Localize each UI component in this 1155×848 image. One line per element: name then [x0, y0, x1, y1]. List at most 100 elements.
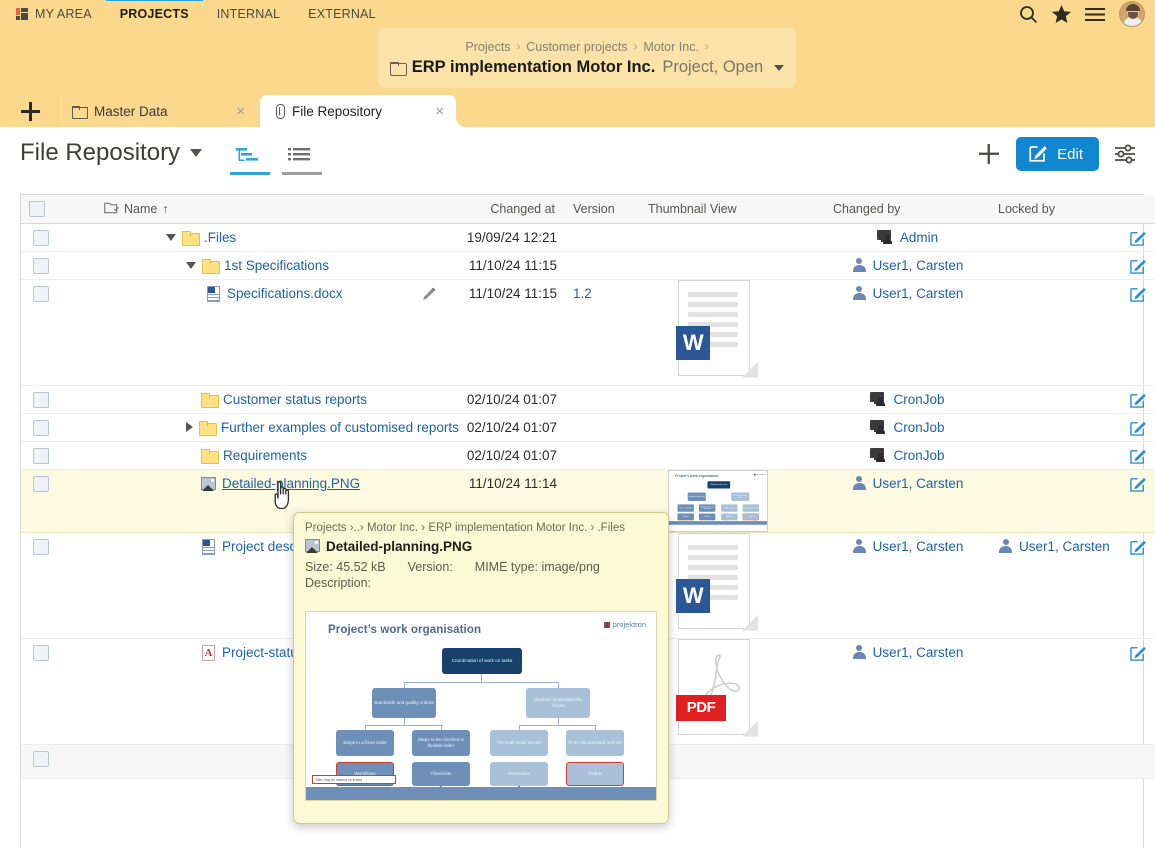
table-header-row: Name ↑ Changed at Version Thumbnail View… — [21, 195, 1155, 224]
row-edit-icon[interactable] — [1130, 257, 1147, 277]
row-edit-icon[interactable] — [1130, 229, 1147, 249]
row-checkbox[interactable] — [33, 644, 49, 661]
logo-mark — [603, 621, 610, 628]
new-tab-button[interactable] — [18, 95, 42, 127]
tab-strip: Master Data × File Repository × — [0, 95, 1155, 127]
table-row[interactable]: Customer status reports 02/10/24 01:07 C… — [21, 385, 1155, 414]
row-edit-icon[interactable] — [1130, 538, 1147, 558]
row-edit-icon[interactable] — [1130, 391, 1147, 411]
changed-by-link[interactable]: Admin — [900, 230, 938, 245]
column-header-version[interactable]: Version — [565, 195, 640, 224]
edit-pencil-icon[interactable] — [421, 286, 440, 305]
file-name-link[interactable]: Specifications.docx — [227, 286, 343, 301]
row-checkbox[interactable] — [33, 419, 49, 436]
nav-item-internal[interactable]: INTERNAL — [203, 0, 294, 28]
row-checkbox[interactable] — [33, 285, 49, 302]
changed-by-link[interactable]: User1, Carsten — [873, 286, 964, 301]
breadcrumb-item-motor-inc[interactable]: Motor Inc. — [643, 39, 699, 55]
locked-by-link[interactable]: User1, Carsten — [1019, 539, 1110, 554]
table-row[interactable]: 1st Specifications 11/10/24 11:15 User1,… — [21, 251, 1155, 280]
row-select-cell — [21, 413, 61, 442]
breadcrumb-item-customer-projects[interactable]: Customer projects — [526, 39, 627, 55]
chevron-down-icon[interactable] — [774, 64, 785, 71]
file-name-link[interactable]: Further examples of customised reports — [221, 420, 459, 435]
table-row[interactable]: .Files 19/09/24 12:21 Admin — [21, 223, 1155, 252]
twisty-expanded-icon[interactable] — [166, 233, 176, 241]
row-edit-icon[interactable] — [1130, 285, 1147, 305]
edit-button[interactable]: Edit — [1016, 137, 1099, 171]
column-settings-icon[interactable] — [1111, 139, 1141, 169]
row-edit-icon[interactable] — [1130, 419, 1147, 439]
twisty-expanded-icon[interactable] — [186, 261, 196, 269]
add-file-button[interactable] — [974, 139, 1004, 169]
tooltip-size-value: 45.52 kB — [336, 560, 386, 574]
word-document-thumbnail[interactable]: W — [676, 279, 758, 378]
table-row[interactable]: Specifications.docx 11/10/24 11:15 1.2 W… — [21, 279, 1155, 386]
file-name-link[interactable]: Detailed-planning.PNG — [222, 476, 360, 491]
nav-item-my-area[interactable]: MY AREA — [0, 0, 106, 28]
column-header-locked-by[interactable]: Locked by — [990, 195, 1122, 224]
row-checkbox[interactable] — [33, 447, 49, 464]
row-edit-icon[interactable] — [1130, 644, 1147, 664]
nav-item-external[interactable]: EXTERNAL — [294, 0, 390, 28]
search-icon[interactable] — [1019, 5, 1038, 24]
hamburger-menu-icon[interactable] — [1085, 7, 1105, 22]
version-value[interactable]: 1.2 — [573, 280, 632, 301]
file-name-link[interactable]: .Files — [204, 230, 236, 245]
row-checkbox[interactable] — [33, 391, 49, 408]
tree-view-toggle[interactable] — [228, 145, 272, 175]
row-version-cell — [565, 385, 640, 414]
chevron-down-icon[interactable] — [190, 149, 203, 157]
star-icon[interactable] — [1052, 5, 1071, 23]
user-avatar[interactable] — [1119, 1, 1145, 27]
word-document-thumbnail[interactable]: W — [676, 532, 758, 631]
changed-by-link[interactable]: User1, Carsten — [873, 645, 964, 660]
changed-by-link[interactable]: CronJob — [893, 448, 944, 463]
column-header-changed-by[interactable]: Changed by — [825, 195, 990, 224]
file-name-link[interactable]: Requirements — [223, 448, 307, 463]
table-row[interactable]: Requirements 02/10/24 01:07 CronJob — [21, 441, 1155, 470]
close-icon[interactable]: × — [435, 104, 444, 119]
changed-by-link[interactable]: User1, Carsten — [873, 476, 964, 491]
close-icon[interactable]: × — [236, 104, 245, 119]
list-view-toggle[interactable] — [280, 145, 324, 175]
file-name-link[interactable]: Customer status reports — [223, 392, 367, 407]
row-checkbox[interactable] — [33, 229, 49, 246]
row-name-cell: Further examples of customised reports — [96, 413, 459, 442]
row-select-cell — [21, 251, 61, 280]
tooltip-mime-value: image/png — [541, 560, 600, 574]
file-name-link[interactable]: 1st Specifications — [224, 258, 329, 273]
select-all-checkbox[interactable] — [29, 200, 45, 217]
row-edit-icon[interactable] — [1130, 447, 1147, 467]
project-header-card[interactable]: Projects › Customer projects › Motor Inc… — [378, 28, 796, 88]
tooltip-size: Size: 45.52 kB — [305, 560, 386, 574]
twisty-collapsed-icon[interactable] — [186, 422, 193, 432]
changed-by-link[interactable]: User1, Carsten — [873, 258, 964, 273]
row-locked-by-cell — [990, 385, 1122, 414]
column-header-thumbnail[interactable]: Thumbnail View — [640, 195, 825, 224]
word-file-icon — [206, 285, 221, 302]
row-checkbox[interactable] — [33, 538, 49, 555]
png-preview-thumbnail[interactable]: Project's work organisation projektron C… — [668, 469, 768, 532]
table-row[interactable]: Further examples of customised reports 0… — [21, 413, 1155, 442]
projektron-logo: projektron — [603, 620, 646, 629]
changed-by-link[interactable]: CronJob — [893, 392, 944, 407]
footer-select-all-checkbox[interactable] — [33, 750, 49, 767]
row-checkbox[interactable] — [33, 257, 49, 274]
page-title[interactable]: File Repository — [20, 139, 203, 167]
preview-node-root: Coordination of work on tasks — [442, 648, 522, 674]
changed-by-link[interactable]: User1, Carsten — [873, 539, 964, 554]
pdf-document-thumbnail[interactable]: PDF — [676, 638, 758, 737]
tab-master-data[interactable]: Master Data × — [57, 95, 257, 127]
changed-by-link[interactable]: CronJob — [893, 420, 944, 435]
tab-file-repository[interactable]: File Repository × — [260, 95, 466, 127]
preview-diagram: Project’s work organisation projektron C… — [306, 612, 656, 801]
row-edit-icon[interactable] — [1130, 475, 1147, 495]
preview-node-right: Situative projectspecific issues — [526, 688, 590, 718]
row-checkbox[interactable] — [33, 475, 49, 492]
column-header-name[interactable]: Name ↑ — [96, 195, 413, 224]
preview-node-left: Standards and quality criteria — [372, 688, 436, 718]
breadcrumb-item-projects[interactable]: Projects — [465, 39, 510, 55]
column-header-changed-at[interactable]: Changed at — [448, 195, 565, 224]
nav-item-projects[interactable]: PROJECTS — [105, 0, 203, 28]
